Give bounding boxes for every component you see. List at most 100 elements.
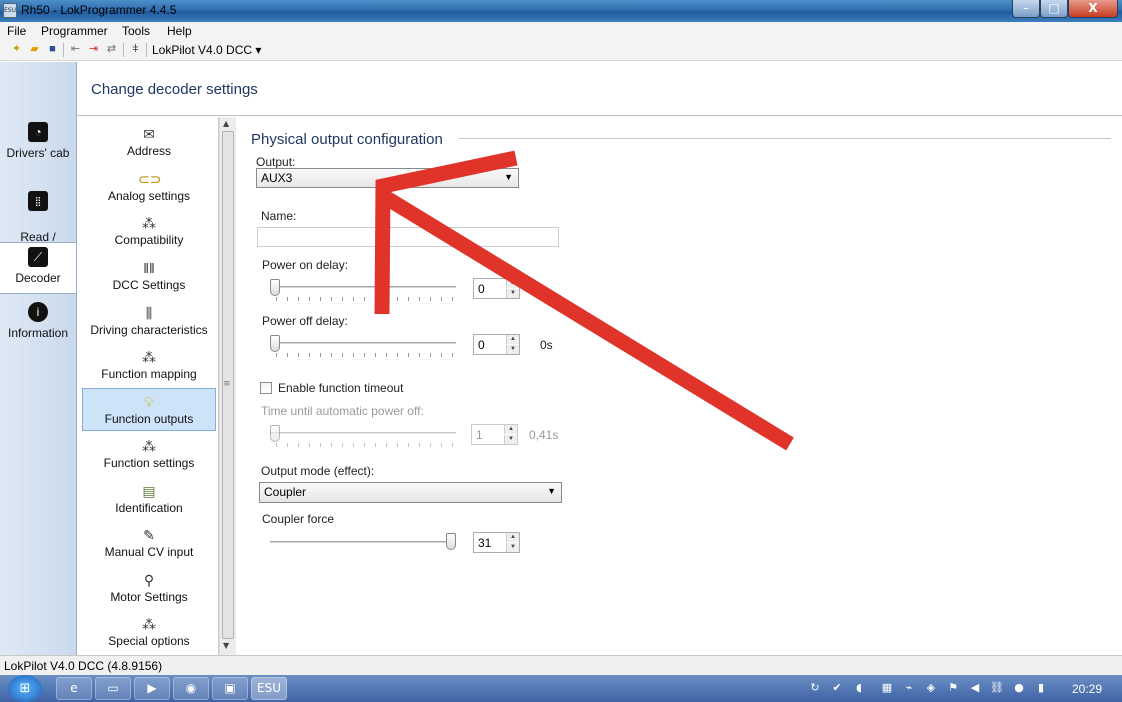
toolbar-separator (63, 43, 64, 57)
power-off-delay-stepper[interactable]: 0 ▲ ▼ (473, 334, 520, 355)
category-driving-characteristics[interactable]: ⫼ Driving characteristics (82, 300, 216, 343)
sync-icon[interactable]: ↻ (808, 681, 822, 695)
auto-power-off-ticks (276, 443, 454, 447)
section-divider (459, 138, 1111, 139)
category-label: Manual CV input (104, 545, 194, 559)
auto-power-off-slider[interactable] (270, 425, 280, 442)
nav-decoder[interactable]: ⟋ Decoder (0, 242, 76, 294)
checkmark-icon[interactable]: ✔ (830, 681, 844, 695)
taskbar: ⊞ e ▭ ▶ ◉ ▣ ESU ↻ ✔ ◖ ▦ ⌁ ◈ ⚑ ◀ ⛓ ● ▮ 20… (0, 675, 1122, 702)
auto-power-off-label: Time until automatic power off: (261, 404, 424, 418)
decoder-type-dropdown[interactable]: LokPilot V4.0 DCC ▾ (152, 43, 261, 57)
power-off-delay-unit: 0s (540, 338, 553, 352)
nav-read-write-cvs[interactable]: ⣿ Read / Write CVs (0, 176, 76, 259)
category-manual-cv-input[interactable]: ✎ Manual CV input (82, 522, 216, 565)
stepper-down-icon[interactable]: ▼ (506, 543, 519, 552)
lokprogrammer-taskbar-icon[interactable]: ESU (251, 677, 287, 700)
stepper-down-icon[interactable]: ▼ (506, 345, 519, 354)
power-on-delay-ticks (276, 297, 454, 301)
maximize-button[interactable]: □ (1040, 0, 1068, 18)
nav-information[interactable]: i Information (0, 302, 76, 354)
buttons-icon: ⁂ (142, 349, 156, 365)
open-folder-icon[interactable]: ▰ (28, 43, 41, 56)
internet-explorer-icon[interactable]: e (56, 677, 92, 700)
stepper-up-icon[interactable]: ▲ (506, 533, 519, 542)
output-mode-select[interactable]: Coupler ▼ (259, 482, 562, 503)
programmer-icon[interactable]: ǂ (129, 43, 142, 56)
category-label: Identification (115, 501, 183, 515)
toolbar-separator (146, 43, 147, 57)
toolbar-separator (123, 43, 124, 57)
auto-power-off-track (270, 432, 456, 434)
stepper-up-icon[interactable]: ▲ (504, 425, 517, 434)
menu-programmer[interactable]: Programmer (41, 24, 108, 38)
media-player-icon[interactable]: ▶ (134, 677, 170, 700)
scroll-down-icon[interactable]: ▼ (223, 641, 229, 650)
network-icon[interactable]: ▦ (880, 681, 894, 695)
category-analog-settings[interactable]: ⊂⊃ Analog settings (82, 166, 216, 209)
nav-drivers-cab[interactable]: ◔ Drivers' cab (0, 122, 76, 176)
speaker-icon[interactable]: ◀ (968, 681, 982, 695)
usb-icon[interactable]: ⛓ (990, 681, 1004, 695)
name-field[interactable] (257, 227, 559, 247)
category-address[interactable]: ✉ Address (82, 121, 216, 164)
volume-icon[interactable]: ◖ (852, 681, 866, 695)
signal-icon[interactable]: ▮ (1034, 681, 1048, 695)
output-mode-label: Output mode (effect): (261, 464, 375, 478)
category-special-options[interactable]: ⁂ Special options (82, 611, 216, 654)
output-label: Output: (256, 155, 296, 169)
function-timeout-checkbox[interactable] (260, 382, 272, 394)
auto-power-off-stepper[interactable]: 1 ▲ ▼ (471, 424, 518, 445)
shield-icon[interactable]: ◈ (924, 681, 938, 695)
window-app-icon[interactable]: ▣ (212, 677, 248, 700)
power-on-delay-slider[interactable] (270, 279, 280, 296)
category-function-mapping[interactable]: ⁂ Function mapping (82, 344, 216, 387)
stepper-up-icon[interactable]: ▲ (506, 335, 519, 344)
minimize-button[interactable]: – (1012, 0, 1040, 18)
coupler-force-slider[interactable] (446, 533, 456, 550)
user-icon[interactable]: ● (1012, 681, 1026, 695)
menu-tools[interactable]: Tools (122, 24, 150, 38)
power-on-delay-value: 0 (478, 282, 485, 296)
device-icon[interactable]: ⌁ (902, 681, 916, 695)
category-function-settings[interactable]: ⁂ Function settings (82, 433, 216, 476)
export-icon[interactable]: ⇥ (87, 43, 100, 56)
category-dcc-settings[interactable]: ‖‖ DCC Settings (82, 255, 216, 298)
power-on-delay-label: Power on delay: (262, 258, 349, 272)
category-function-outputs[interactable]: 💡︎ Function outputs (82, 388, 216, 431)
category-label: Special options (108, 634, 190, 648)
category-compatibility[interactable]: ⁂ Compatibility (82, 210, 216, 253)
scroll-up-icon[interactable]: ▲ (223, 119, 229, 128)
category-label: Function settings (103, 456, 195, 470)
file-explorer-icon[interactable]: ▭ (95, 677, 131, 700)
category-scrollbar[interactable]: ▲ ≡ ▼ (219, 117, 236, 655)
output-select[interactable]: AUX3 ▼ (256, 168, 519, 188)
firefox-icon[interactable]: ◉ (173, 677, 209, 700)
menu-help[interactable]: Help (167, 24, 192, 38)
category-label: Function mapping (101, 367, 197, 381)
start-button[interactable]: ⊞ (8, 675, 42, 702)
stepper-down-icon[interactable]: ▼ (506, 289, 519, 298)
category-motor-settings[interactable]: ⚲ Motor Settings (82, 567, 216, 610)
save-icon[interactable]: ■ (46, 43, 59, 56)
power-off-delay-ticks (276, 353, 454, 357)
stepper-up-icon[interactable]: ▲ (506, 279, 519, 288)
power-off-delay-slider[interactable] (270, 335, 280, 352)
category-label: Driving characteristics (90, 323, 208, 337)
window-title: Rh50 - LokProgrammer 4.4.5 (21, 3, 177, 17)
import-icon[interactable]: ⇤ (69, 43, 82, 56)
power-on-delay-stepper[interactable]: 0 ▲ ▼ (473, 278, 520, 299)
transfer-icon[interactable]: ⇄ (105, 43, 118, 56)
coupler-force-stepper[interactable]: 31 ▲ ▼ (473, 532, 520, 553)
stepper-down-icon[interactable]: ▼ (504, 435, 517, 444)
buttons-icon: ⁂ (142, 438, 156, 454)
new-file-icon[interactable]: ✦ (10, 43, 23, 56)
menu-file[interactable]: File (7, 24, 26, 38)
analog-icon: ⊂⊃ (138, 171, 162, 187)
flag-icon[interactable]: ⚑ (946, 681, 960, 695)
category-identification[interactable]: ▤ Identification (82, 478, 216, 521)
power-off-delay-value: 0 (478, 338, 485, 352)
toolbar: ✦ ▰ ■ ⇤ ⇥ ⇄ ǂ LokPilot V4.0 DCC ▾ (0, 40, 1122, 61)
close-button[interactable]: X (1068, 0, 1118, 18)
nav-label: Decoder (15, 271, 61, 285)
